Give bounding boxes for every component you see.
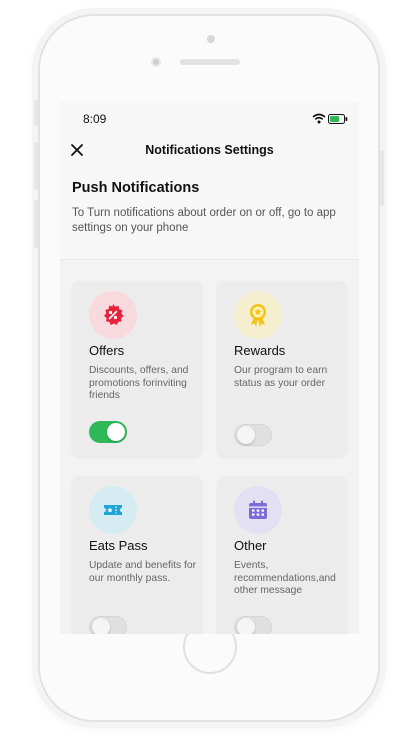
app-screen: 8:09 Notifications Settings Push Notific… [60, 102, 359, 634]
toggle-knob [92, 618, 110, 634]
navigation-bar: Notifications Settings [60, 134, 359, 164]
rewards-icon-badge [234, 291, 282, 339]
eats-pass-title: Eats Pass [89, 538, 148, 553]
offers-title: Offers [89, 343, 125, 358]
other-title: Other [234, 538, 267, 553]
rewards-toggle[interactable] [234, 424, 272, 446]
status-time: 8:09 [83, 112, 107, 126]
offers-toggle[interactable] [89, 421, 127, 443]
page-title: Notifications Settings [145, 143, 274, 157]
other-icon-badge [234, 486, 282, 534]
toggle-knob [107, 423, 125, 441]
mute-switch [34, 100, 38, 126]
proximity-sensor [151, 57, 161, 67]
rewards-title: Rewards [234, 343, 286, 358]
status-bar: 8:09 [60, 102, 359, 134]
eats-pass-toggle[interactable] [89, 616, 127, 634]
section-title: Push Notifications [72, 180, 200, 196]
other-description: Events, recommendations,and other messag… [234, 560, 336, 596]
push-notifications-header: Push Notifications To Turn notifications… [60, 164, 359, 260]
toggle-knob [237, 618, 255, 634]
percent-badge-icon [104, 304, 124, 326]
eats-pass-description: Update and benefits for our monthly pass… [89, 560, 197, 584]
calendar-icon [249, 500, 267, 519]
ticket-icon [104, 505, 122, 515]
rewards-description: Our program to earn status as your order [234, 365, 328, 389]
offers-description: Discounts, offers, and promotions forinv… [89, 365, 189, 401]
power-button [380, 150, 384, 206]
volume-up-button [34, 142, 38, 190]
rewards-card: Rewards Our program to earn status as yo… [217, 281, 347, 457]
toggle-knob [237, 426, 255, 444]
eats-pass-card: Eats Pass Update and benefits for our mo… [72, 476, 202, 634]
offers-card: Offers Discounts, offers, and promotions… [72, 281, 202, 457]
wifi-icon [312, 113, 326, 124]
earpiece-speaker [180, 59, 240, 65]
volume-down-button [34, 200, 38, 248]
section-description: To Turn notifications about order on or … [72, 207, 336, 234]
battery-icon [328, 114, 348, 124]
front-camera [207, 35, 215, 43]
eats-pass-icon-badge [89, 486, 137, 534]
award-ribbon-icon [250, 304, 266, 327]
offers-icon-badge [89, 291, 137, 339]
other-card: Other Events, recommendations,and other … [217, 476, 347, 634]
other-toggle[interactable] [234, 616, 272, 634]
